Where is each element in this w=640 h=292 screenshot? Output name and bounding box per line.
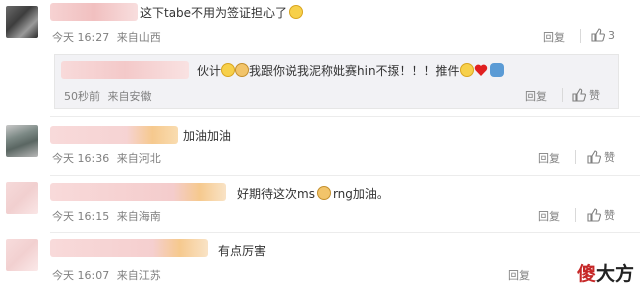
thumbs-up-icon: [591, 28, 605, 42]
comment-time: 今天 16:07: [52, 269, 110, 282]
comment-time: 今天 16:15: [52, 210, 110, 223]
comment-text: 这下tabe不用为签证担心了: [140, 4, 304, 21]
comment-time: 今天 16:27: [52, 31, 110, 44]
comment-source: 来自山西: [116, 31, 161, 44]
comment-text: 加油加油: [183, 129, 232, 143]
like-button[interactable]: 赞: [587, 207, 615, 223]
comment-meta: 今天 16:15 来自海南: [52, 208, 165, 224]
reply-button[interactable]: 回复: [538, 208, 560, 224]
heart-emoji-icon: [474, 64, 487, 76]
action-separator: [580, 29, 581, 43]
nested-reply: 伙计 我跟你说我泥称妣赛hin不揼！！！推件 50秒前 来自安徽 回复 赞: [54, 54, 619, 109]
like-count: 3: [608, 28, 615, 42]
thumbs-up-icon: [572, 88, 586, 102]
avatar[interactable]: [6, 182, 38, 214]
action-separator: [575, 150, 576, 164]
reply-button[interactable]: 回复: [543, 29, 565, 45]
reply-meta: 50秒前 来自安徽: [64, 88, 156, 104]
username-blurred[interactable]: [50, 3, 138, 21]
like-label: 赞: [604, 209, 615, 222]
comment-item: 加油加油 今天 16:36 来自河北 回复 赞: [0, 117, 640, 175]
comment-text: 好期待这次ms rng加油。: [237, 185, 389, 202]
reply-button[interactable]: 回复: [508, 267, 530, 283]
face-emoji-icon: [221, 63, 236, 77]
like-label: 赞: [589, 89, 600, 102]
face-emoji-icon: [459, 63, 474, 77]
reply-time: 50秒前: [64, 90, 100, 103]
like-button[interactable]: 3: [591, 28, 615, 42]
like-button[interactable]: 赞: [572, 87, 600, 103]
comment-meta: 今天 16:36 来自河北: [52, 150, 165, 166]
comment-meta: 今天 16:07 来自江苏: [52, 267, 165, 283]
cat-emoji-icon: [235, 63, 250, 77]
reply-button[interactable]: 回复: [538, 150, 560, 166]
comment-item: 有点厉害 今天 16:07 来自江苏 回复 傻大方: [0, 233, 640, 292]
watermark-part2: 大方: [595, 263, 634, 285]
comment-meta: 今天 16:27 来自山西: [52, 29, 165, 45]
thumbs-up-icon: [587, 208, 601, 222]
thumbs-up-icon: [587, 150, 601, 164]
comment-text-content: 这下tabe不用为签证担心了: [140, 6, 288, 20]
like-button[interactable]: 赞: [587, 149, 615, 165]
comment-source: 来自海南: [116, 210, 161, 223]
avatar[interactable]: [6, 125, 38, 157]
watermark-part1: 傻: [576, 263, 596, 285]
comment-time: 今天 16:36: [52, 152, 110, 165]
avatar[interactable]: [6, 6, 38, 38]
comment-source: 来自江苏: [116, 269, 161, 282]
comment-source: 来自河北: [116, 152, 161, 165]
comment-text: 有点厉害: [218, 244, 267, 258]
person-emoji-icon: [489, 63, 504, 77]
watermark-logo: 傻大方: [577, 259, 634, 286]
action-separator: [575, 208, 576, 222]
comment-item: 好期待这次ms rng加油。 今天 16:15 来自海南 回复 赞: [0, 176, 640, 232]
reply-text: 伙计 我跟你说我泥称妣赛hin不揼！！！推件: [197, 62, 504, 79]
like-label: 赞: [604, 151, 615, 164]
laughing-emoji-icon: [289, 5, 304, 19]
reply-username-blurred[interactable]: [61, 61, 189, 79]
cat-emoji-icon: [316, 186, 331, 200]
reply-source: 来自安徽: [107, 90, 152, 103]
username-blurred[interactable]: [50, 183, 226, 201]
username-blurred[interactable]: [50, 126, 178, 144]
reply-text-part2: 我跟你说我泥称妣赛hin不揼！！！推件: [249, 64, 460, 78]
reply-text-part1: 伙计: [197, 64, 222, 78]
comment-item: 这下tabe不用为签证担心了 今天 16:27 来自山西 回复 3 伙计 我跟你说…: [0, 0, 640, 124]
avatar[interactable]: [6, 239, 38, 271]
comment-text-part1: 好期待这次ms: [237, 187, 315, 201]
username-blurred[interactable]: [50, 239, 208, 257]
action-separator: [562, 88, 563, 102]
reply-button[interactable]: 回复: [525, 88, 547, 104]
comment-text-part2: rng加油。: [332, 187, 389, 201]
